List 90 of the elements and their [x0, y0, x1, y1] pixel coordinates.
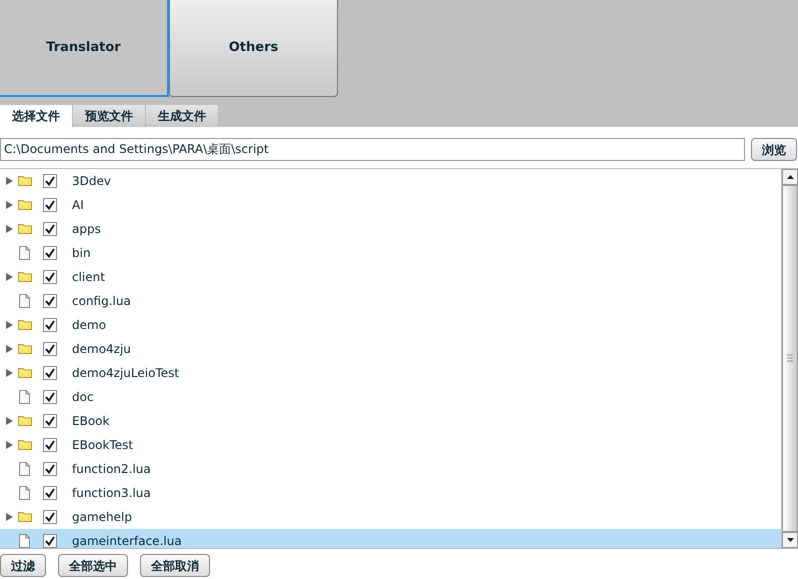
- file-icon: [18, 390, 32, 404]
- file-row[interactable]: gamehelp: [0, 505, 781, 529]
- file-row[interactable]: client: [0, 265, 781, 289]
- file-row[interactable]: config.lua: [0, 289, 781, 313]
- checkbox[interactable]: [43, 438, 57, 452]
- expand-icon[interactable]: [5, 200, 15, 210]
- file-row[interactable]: demo4zjuLeioTest: [0, 361, 781, 385]
- file-row[interactable]: 3Ddev: [0, 169, 781, 193]
- up-arrow-icon: [786, 175, 794, 179]
- file-name: apps: [72, 221, 101, 238]
- file-name: EBook: [72, 413, 110, 430]
- expand-icon[interactable]: [5, 368, 15, 378]
- checkbox[interactable]: [43, 414, 57, 428]
- file-name: 3Ddev: [72, 173, 111, 190]
- checkbox[interactable]: [43, 342, 57, 356]
- file-row[interactable]: EBook: [0, 409, 781, 433]
- tab[interactable]: 生成文件: [146, 105, 219, 127]
- file-row[interactable]: gameinterface.lua: [0, 529, 781, 548]
- action-button[interactable]: 全部取消: [140, 554, 210, 577]
- browse-button[interactable]: 浏览: [751, 138, 797, 161]
- checkbox[interactable]: [43, 486, 57, 500]
- file-row[interactable]: AI: [0, 193, 781, 217]
- action-button[interactable]: 过滤: [0, 554, 46, 577]
- checkbox[interactable]: [43, 198, 57, 212]
- grip-icon: [787, 354, 793, 363]
- expand-icon[interactable]: [5, 272, 15, 282]
- folder-icon: [18, 198, 32, 212]
- file-name: AI: [72, 197, 84, 214]
- file-icon: [18, 486, 32, 500]
- checkbox[interactable]: [43, 534, 57, 548]
- checkbox[interactable]: [43, 318, 57, 332]
- expand-icon[interactable]: [5, 344, 15, 354]
- folder-icon: [18, 222, 32, 236]
- file-icon: [18, 246, 32, 260]
- path-field[interactable]: C:\Documents and Settings\PARA\桌面\script: [0, 138, 745, 161]
- file-name: gamehelp: [72, 509, 132, 526]
- file-name: bin: [72, 245, 91, 262]
- file-row[interactable]: bin: [0, 241, 781, 265]
- file-name: demo4zju: [72, 341, 131, 358]
- file-name: demo: [72, 317, 106, 334]
- file-row[interactable]: doc: [0, 385, 781, 409]
- folder-icon: [18, 510, 32, 524]
- checkbox[interactable]: [43, 174, 57, 188]
- file-name: EBookTest: [72, 437, 134, 454]
- checkbox[interactable]: [43, 270, 57, 284]
- folder-icon: [18, 342, 32, 356]
- file-name: function2.lua: [72, 461, 151, 478]
- file-name: doc: [72, 389, 94, 406]
- file-icon: [18, 294, 32, 308]
- file-name: function3.lua: [72, 485, 151, 502]
- file-row[interactable]: demo4zju: [0, 337, 781, 361]
- file-row[interactable]: EBookTest: [0, 433, 781, 457]
- folder-icon: [18, 438, 32, 452]
- file-name: client: [72, 269, 105, 286]
- file-icon: [18, 462, 32, 476]
- folder-icon: [18, 366, 32, 380]
- file-name: gameinterface.lua: [72, 533, 182, 548]
- expand-icon[interactable]: [5, 416, 15, 426]
- folder-icon: [18, 318, 32, 332]
- expand-icon[interactable]: [5, 320, 15, 330]
- checkbox[interactable]: [43, 510, 57, 524]
- scroll-down-button[interactable]: [782, 532, 798, 548]
- scrollbar-thumb[interactable]: [782, 185, 798, 532]
- file-icon: [18, 534, 32, 548]
- expand-icon[interactable]: [5, 176, 15, 186]
- file-row[interactable]: function3.lua: [0, 481, 781, 505]
- file-name: demo4zjuLeioTest: [72, 365, 180, 382]
- folder-icon: [18, 174, 32, 188]
- checkbox[interactable]: [43, 294, 57, 308]
- folder-icon: [18, 414, 32, 428]
- mode-button[interactable]: Translator: [0, 0, 169, 97]
- action-button[interactable]: 全部选中: [58, 554, 128, 577]
- folder-icon: [18, 270, 32, 284]
- checkbox[interactable]: [43, 366, 57, 380]
- checkbox[interactable]: [43, 222, 57, 236]
- checkbox[interactable]: [43, 246, 57, 260]
- file-row[interactable]: demo: [0, 313, 781, 337]
- expand-icon[interactable]: [5, 512, 15, 522]
- mode-button[interactable]: Others: [169, 0, 338, 97]
- scroll-up-button[interactable]: [782, 169, 798, 185]
- file-row[interactable]: function2.lua: [0, 457, 781, 481]
- tab[interactable]: 选择文件: [0, 105, 73, 127]
- down-arrow-icon: [786, 538, 794, 542]
- expand-icon[interactable]: [5, 440, 15, 450]
- file-name: config.lua: [72, 293, 131, 310]
- file-row[interactable]: apps: [0, 217, 781, 241]
- tab[interactable]: 预览文件: [73, 105, 146, 127]
- checkbox[interactable]: [43, 462, 57, 476]
- expand-icon[interactable]: [5, 224, 15, 234]
- checkbox[interactable]: [43, 390, 57, 404]
